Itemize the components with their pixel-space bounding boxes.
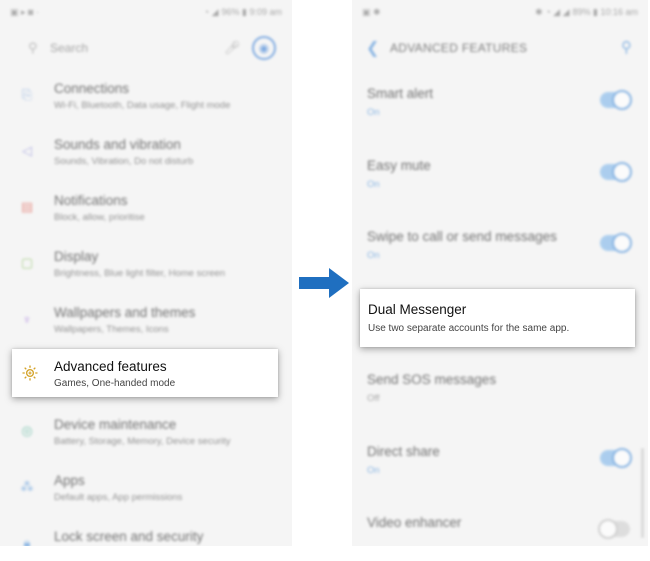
feature-status: On (367, 178, 380, 190)
settings-item-title: Notifications (54, 193, 128, 208)
signal-icon: ◔ ◢ (203, 6, 219, 17)
feature-item[interactable]: Video enhancer (352, 501, 648, 546)
advanced-features-title: Advanced features (54, 359, 167, 374)
toggle-switch[interactable] (600, 447, 632, 468)
search-icon[interactable]: ⚲ (621, 38, 632, 56)
dual-messenger-subtitle: Use two separate accounts for the same a… (368, 323, 570, 334)
feature-title: Smart alert (367, 86, 434, 101)
lock-icon: 🔒︎ (23, 535, 31, 546)
feature-item[interactable]: Send SOS messages Off (352, 358, 648, 430)
feature-item[interactable]: Swipe to call or send messages On (352, 215, 648, 287)
search-input[interactable] (48, 40, 212, 56)
dual-messenger-title: Dual Messenger (368, 302, 467, 317)
settings-item-title: Display (54, 249, 99, 264)
scrollbar[interactable] (641, 448, 644, 538)
advanced-features-background: ▣ ✱ ✱ ◔ ◢ ◢ 89% ▮ 10:16 am ❮ ADVANCED FE… (352, 0, 648, 546)
connections-icon: ⎘ (21, 87, 33, 102)
feature-title: Send SOS messages (367, 372, 497, 387)
notification-icons: ▣ ▸ ◙ · (10, 6, 39, 17)
brush-icon: ♆ (22, 311, 32, 327)
settings-item-subtitle: Wallpapers, Themes, Icons (54, 324, 169, 335)
settings-item[interactable]: ⎘ Connections Wi-Fi, Bluetooth, Data usage… (0, 72, 292, 128)
account-icon[interactable]: ◉ (252, 36, 276, 60)
settings-item[interactable]: ◁ Sounds and vibration Sounds, Vibration, … (0, 128, 292, 184)
settings-item-subtitle: Battery, Storage, Memory, Device securit… (54, 436, 231, 447)
feature-title: Direct share (367, 443, 440, 459)
advanced-features-subtitle: Games, One-handed mode (54, 378, 176, 389)
feature-item[interactable]: Smart alert On (352, 72, 648, 144)
settings-item[interactable]: 🔒︎ Lock screen and security (0, 520, 292, 546)
speaker-icon: ◁ (22, 143, 32, 158)
settings-item[interactable]: ⁂ Apps Default apps, App permissions (0, 464, 292, 520)
settings-item[interactable]: ◎ Device maintenance Battery, Storage, Mem… (0, 408, 292, 464)
arrow-right-icon (299, 268, 349, 298)
signal-icon: ✱ ◔ ◢ ◢ (535, 6, 570, 17)
settings-item[interactable]: ♆ Wallpapers and themes Wallpapers, Themes… (0, 296, 292, 352)
feature-item[interactable]: Direct share On (352, 430, 648, 502)
settings-item-title: Wallpapers and themes (54, 305, 196, 320)
maintenance-icon: ◎ (21, 423, 33, 438)
status-bar: ▣ ✱ ✱ ◔ ◢ ◢ 89% ▮ 10:16 am (352, 0, 648, 24)
notification-icons: ▣ ✱ (362, 6, 381, 17)
settings-item-title: Lock screen and security (54, 529, 204, 544)
status-bar: ▣ ▸ ◙ · ◔ ◢ 96% ▮ 9:09 am (0, 0, 292, 24)
feature-item[interactable]: Easy mute On (352, 144, 648, 216)
arrow-shape (299, 268, 349, 298)
search-bar[interactable]: ⚲ 🎤︎ ◉ (28, 31, 278, 65)
feature-status: On (367, 250, 380, 261)
status-text: 96% ▮ 9:09 am (221, 6, 283, 17)
feature-title: Swipe to call or send messages (367, 229, 557, 244)
settings-screen: ▣ ▸ ◙ · ◔ ◢ 96% ▮ 9:09 am ⚲ 🎤︎ ◉ ⎘ Connec… (0, 0, 292, 546)
settings-item-title: Sounds and vibration (54, 137, 181, 152)
settings-item[interactable]: ▤ Notifications Block, allow, prioritise (0, 184, 292, 240)
feature-status: On (367, 464, 380, 476)
page-title: ADVANCED FEATURES (390, 41, 528, 55)
app-bar: ❮ ADVANCED FEATURES ⚲ (352, 30, 648, 66)
advanced-features-screen: ▣ ✱ ✱ ◔ ◢ ◢ 89% ▮ 10:16 am ❮ ADVANCED FE… (352, 0, 648, 546)
feature-status: On (367, 107, 380, 118)
notification-icon: ▤ (20, 199, 34, 214)
settings-item[interactable]: ▢ Display Brightness, Blue light filter, H… (0, 240, 292, 296)
gear-plus-icon (20, 363, 40, 383)
settings-item-subtitle: Brightness, Blue light filter, Home scre… (54, 268, 226, 279)
settings-item-title: Device maintenance (54, 417, 177, 432)
feature-title: Video enhancer (367, 515, 462, 530)
settings-background: ▣ ▸ ◙ · ◔ ◢ 96% ▮ 9:09 am ⚲ 🎤︎ ◉ ⎘ Connec… (0, 0, 292, 547)
toggle-switch[interactable] (598, 519, 630, 539)
dual-messenger-item[interactable]: Dual Messenger Use two separate accounts… (360, 289, 635, 347)
feature-title: Easy mute (367, 157, 431, 173)
settings-item-subtitle: Wi-Fi, Bluetooth, Data usage, Flight mod… (54, 100, 231, 111)
settings-list: ⎘ Connections Wi-Fi, Bluetooth, Data usage… (0, 72, 292, 546)
microphone-icon[interactable]: 🎤︎ (224, 40, 241, 56)
settings-item-subtitle: Block, allow, prioritise (54, 212, 145, 223)
search-icon: ⚲ (28, 40, 38, 55)
back-icon[interactable]: ❮ (366, 38, 379, 58)
settings-item-title: Apps (54, 473, 85, 488)
feature-status: Off (367, 393, 380, 404)
apps-icon: ⁂ (20, 479, 34, 494)
toggle-switch[interactable] (600, 90, 632, 110)
settings-item-title: Connections (54, 81, 130, 96)
toggle-switch[interactable] (600, 233, 632, 253)
toggle-switch[interactable] (600, 161, 632, 182)
settings-item-subtitle: Sounds, Vibration, Do not disturb (54, 156, 194, 167)
advanced-features-item[interactable]: Advanced features Games, One-handed mode (12, 349, 278, 397)
settings-item-subtitle: Default apps, App permissions (54, 492, 183, 503)
status-text: 89% ▮ 10:16 am (572, 6, 639, 17)
display-icon: ▢ (20, 255, 34, 270)
